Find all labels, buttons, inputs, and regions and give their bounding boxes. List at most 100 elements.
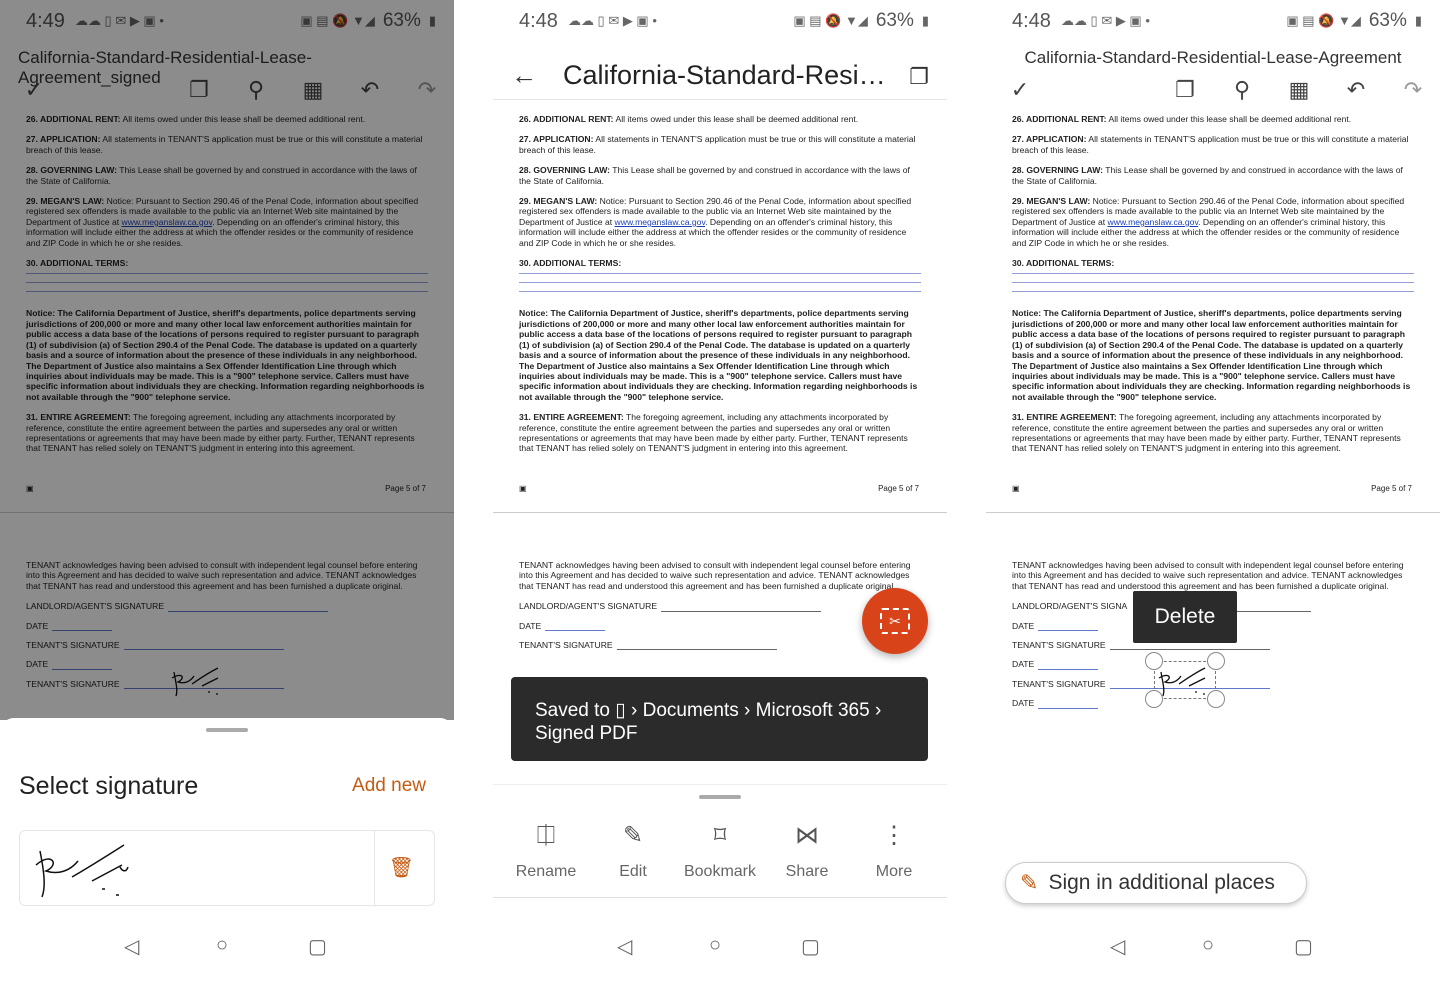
share-button[interactable]: ⋈ Share (762, 821, 852, 881)
divider (493, 897, 947, 898)
document-page: 26. ADDITIONAL RENT: All items owed unde… (493, 114, 947, 464)
nav-home-icon[interactable]: ○ (709, 934, 721, 957)
signature-selection[interactable] (1154, 661, 1216, 699)
more-button[interactable]: ⋮ More (849, 821, 939, 881)
tenant-signature-row: TENANT'S SIGNATURE (519, 640, 921, 651)
status-right: ▣ ▤ 🔕 ▼◢ 63% ▮ (1286, 10, 1422, 31)
nav-home-icon[interactable]: ○ (216, 934, 228, 957)
battery-level: 63% (1368, 10, 1407, 31)
toolbar: ✓ ❐ ⚲ ▦ ↶ ↷ (986, 74, 1440, 106)
ack-text: TENANT acknowledges having been advised … (1012, 560, 1404, 591)
card-divider (374, 831, 375, 907)
toast-path: › Documents › Microsoft 365 › (631, 700, 882, 721)
date-label: DATE (1012, 620, 1035, 631)
android-nav-bar: ◁ ○ ▢ (986, 930, 1440, 966)
cloud-icon: ☁☁ ▯ ✉ ▶ ▣ • (1060, 13, 1150, 28)
trash-icon[interactable]: 🗑 (389, 855, 414, 880)
status-bar: 4:48 ☁☁ ▯ ✉ ▶ ▣ • ▣ ▤ 🔕 ▼◢ 63% ▮ (986, 6, 1440, 36)
rename-button[interactable]: ⎅ Rename (501, 821, 591, 881)
resize-handle[interactable] (1207, 690, 1225, 708)
resize-handle[interactable] (1145, 652, 1163, 670)
nav-back-icon[interactable]: ◁ (617, 934, 632, 959)
date-line (545, 630, 606, 632)
clause-heading: 28. GOVERNING LAW: (1012, 165, 1104, 176)
toast-saved-to: Saved to (535, 700, 610, 721)
meganslaw-link[interactable]: www.meganslaw.ca.gov (1108, 217, 1199, 227)
copy-icon[interactable]: ❐ (1171, 76, 1199, 104)
document-icon: ▣ (519, 484, 527, 493)
screenshot-triptych: 4:49 ☁☁ ▯ ✉ ▶ ▣ • ▣ ▤ 🔕 ▼◢ 63% ▮ Califor… (0, 0, 1440, 981)
panel-gap (454, 0, 492, 981)
sign-fab-button[interactable]: ✂ (862, 588, 928, 654)
share-icon: ⋈ (795, 822, 819, 849)
android-nav-bar: ◁ ○ ▢ (493, 930, 947, 966)
nav-recents-icon[interactable]: ▢ (308, 934, 327, 959)
redo-icon[interactable]: ↷ (1399, 76, 1427, 104)
saved-toast: Saved to ▯ › Documents › Microsoft 365 ›… (511, 677, 928, 761)
document-icon: ▣ (1012, 484, 1020, 493)
battery-level: 63% (875, 10, 914, 31)
add-new-button[interactable]: Add new (352, 775, 426, 797)
nav-home-icon[interactable]: ○ (1202, 934, 1214, 957)
panel-saved-pdf: 4:48 ☁☁ ▯ ✉ ▶ ▣ • ▣ ▤ 🔕 ▼◢ 63% ▮ ← Calif… (493, 0, 947, 981)
date-label: DATE (519, 620, 542, 631)
rename-label: Rename (515, 863, 577, 880)
nav-recents-icon[interactable]: ▢ (1294, 934, 1313, 959)
ack-text: TENANT acknowledges having been advised … (519, 560, 911, 591)
saved-signature-card[interactable]: 🗑 (19, 830, 435, 907)
share-label: Share (785, 863, 829, 880)
pencil-icon: ✎ (622, 822, 644, 849)
sheet-handle[interactable] (206, 728, 248, 732)
clause-heading: 30. ADDITIONAL TERMS: (519, 258, 622, 269)
saved-signature-image (35, 844, 129, 898)
resize-handle[interactable] (1145, 690, 1163, 708)
status-time: 4:48 (519, 9, 558, 32)
back-arrow-icon[interactable]: ← (511, 60, 537, 91)
app-bar: ← California-Standard-Resi… ❐ (493, 56, 947, 100)
bookmark-icon: ⌑ (713, 822, 727, 849)
sign-additional-places-button[interactable]: ✎ Sign in additional places (1005, 862, 1307, 904)
search-icon[interactable]: ⚲ (1228, 76, 1256, 104)
edit-button[interactable]: ✎ Edit (588, 821, 678, 881)
cloud-icon: ☁☁ ▯ ✉ ▶ ▣ • (567, 13, 657, 28)
android-nav-bar: ◁ ○ ▢ (0, 930, 454, 966)
dim-overlay (0, 0, 454, 720)
clause-heading: 27. APPLICATION: (1012, 134, 1087, 145)
copy-icon[interactable]: ❐ (909, 64, 929, 90)
term-line (519, 282, 921, 284)
check-icon[interactable]: ✓ (1006, 76, 1034, 104)
page-footer: ▣ Page 5 of 7 (519, 484, 919, 493)
term-line (519, 291, 921, 293)
resize-handle[interactable] (1207, 652, 1225, 670)
date-label: DATE (1012, 698, 1035, 709)
page-separator (986, 512, 1440, 513)
phone-icon: ▯ (615, 700, 626, 721)
bookmark-button[interactable]: ⌑ Bookmark (675, 821, 765, 881)
term-line (1012, 282, 1414, 284)
status-right: ▣ ▤ 🔕 ▼◢ 63% ▮ (793, 10, 929, 31)
nav-back-icon[interactable]: ◁ (1110, 934, 1125, 959)
sig-line (661, 610, 822, 612)
grid-icon[interactable]: ▦ (1285, 76, 1313, 104)
clause-heading: 27. APPLICATION: (519, 134, 594, 145)
sheet-handle[interactable] (699, 795, 741, 799)
sig-line (1109, 649, 1270, 651)
pen-icon: ✎ (1020, 870, 1039, 895)
clause-heading: 29. MEGAN'S LAW: (519, 196, 598, 207)
delete-button[interactable]: Delete (1133, 591, 1237, 643)
page-number: Page 5 of 7 (1371, 484, 1412, 493)
nav-recents-icon[interactable]: ▢ (801, 934, 820, 959)
undo-icon[interactable]: ↶ (1342, 76, 1370, 104)
tenant-sig-label: TENANT'S SIGNATURE (1012, 640, 1106, 651)
document-page: 26. ADDITIONAL RENT: All items owed unde… (986, 114, 1440, 464)
document-title: California-Standard-Residential-Lease-Ag… (1024, 48, 1402, 67)
date-line (1038, 707, 1099, 709)
edit-label: Edit (619, 863, 647, 880)
nav-back-icon[interactable]: ◁ (124, 934, 139, 959)
date-row: DATE (519, 620, 921, 632)
term-line (1012, 291, 1414, 293)
tenant-sig-label: TENANT'S SIGNATURE (519, 640, 613, 651)
meganslaw-link[interactable]: www.meganslaw.ca.gov (615, 217, 706, 227)
date-label: DATE (1012, 659, 1035, 670)
term-line (1012, 273, 1414, 275)
